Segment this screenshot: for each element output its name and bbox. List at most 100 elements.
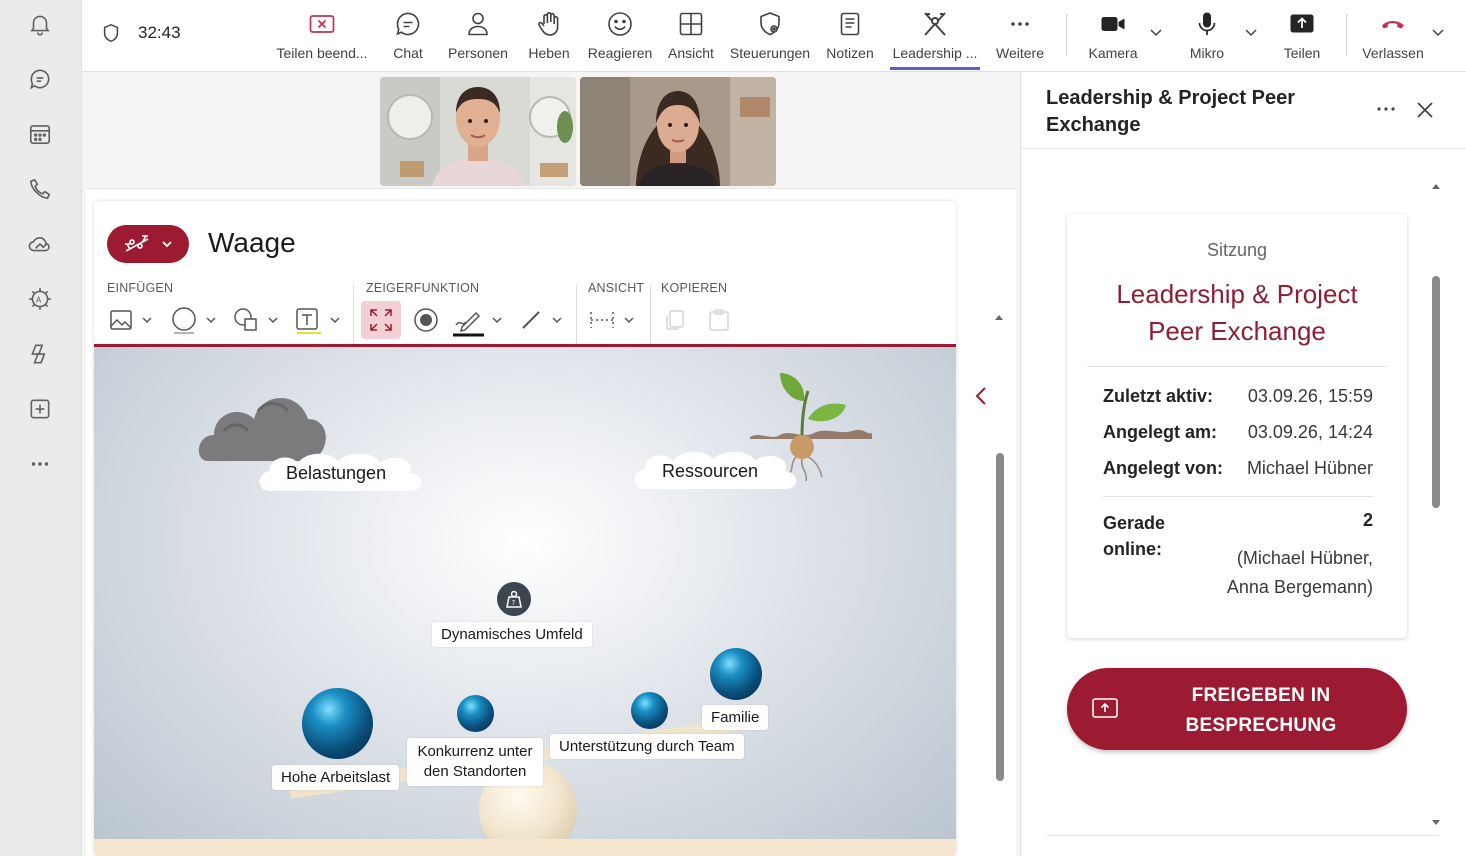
balance-scale-icon (125, 235, 149, 252)
item-label-family[interactable]: Familie (702, 705, 769, 730)
tab-leadership-app[interactable]: Leadership ... (890, 8, 980, 70)
microphone-icon (1198, 12, 1216, 35)
controls-button[interactable]: Steuerungen (730, 8, 810, 70)
copy-icon (666, 310, 684, 330)
onedrive-icon[interactable] (24, 228, 56, 260)
scroll-thumb[interactable] (996, 453, 1004, 781)
share-to-meeting-button[interactable]: FREIGEBEN IN BESPRECHUNG (1067, 668, 1407, 750)
meeting-toolbar: 32:43 Teilen beend... Chat Personen Hebe… (82, 0, 1466, 72)
chat-button[interactable]: Chat (388, 8, 428, 70)
meeting-stage: Waage EINFÜGEN ZEIGERFUNKTION ANSICHT KO… (82, 72, 1020, 856)
pen-tool[interactable] (452, 301, 504, 339)
camera-button[interactable]: Kamera (1088, 8, 1138, 70)
close-icon[interactable] (1415, 100, 1435, 120)
panel-scrollbar[interactable] (1429, 178, 1443, 828)
svg-text:A: A (36, 295, 42, 304)
toolbar-separator (1066, 14, 1067, 56)
chevron-left-icon[interactable] (974, 385, 988, 407)
share-button[interactable]: Teilen (1282, 8, 1322, 70)
mic-button[interactable]: Mikro (1186, 8, 1228, 70)
participant-video-man[interactable] (380, 77, 576, 186)
shared-app-frame: Waage EINFÜGEN ZEIGERFUNKTION ANSICHT KO… (86, 188, 1016, 856)
weight-ball-team-support[interactable] (631, 692, 668, 729)
ruler-tool[interactable] (588, 301, 636, 339)
fit-to-screen-tool[interactable] (361, 301, 401, 339)
group-label-view: ANSICHT (588, 281, 645, 295)
scroll-up-arrow-icon[interactable] (1429, 181, 1443, 191)
add-app-icon[interactable] (24, 393, 56, 425)
hang-up-icon (1382, 21, 1404, 29)
insert-shapes-tool[interactable] (232, 301, 280, 339)
scroll-thumb[interactable] (1432, 276, 1440, 508)
view-button[interactable]: Ansicht (667, 8, 715, 70)
weight-icon[interactable]: ? (496, 581, 532, 617)
phone-icon[interactable] (24, 173, 56, 205)
session-name: Leadership & Project Peer Exchange (1116, 279, 1358, 346)
clipboard-icon (709, 309, 729, 331)
leave-options-chevron-icon[interactable] (1430, 24, 1446, 40)
panel-more-icon[interactable] (1375, 98, 1397, 120)
weight-ball-competition[interactable] (457, 695, 494, 732)
weight-ball-family[interactable] (710, 648, 762, 700)
textbox-icon (296, 308, 321, 334)
more-apps-icon[interactable] (24, 448, 56, 480)
bell-icon[interactable] (24, 8, 56, 40)
line-tool[interactable] (518, 301, 564, 339)
group-label-insert: EINFÜGEN (107, 281, 174, 295)
stop-sharing-button[interactable]: Teilen beend... (276, 8, 368, 70)
chevron-down-icon (492, 317, 502, 324)
row-key: Angelegt von: (1103, 458, 1223, 478)
copy-tool[interactable] (662, 301, 688, 339)
insert-textbox-tool[interactable] (294, 301, 342, 339)
mode-menu-button[interactable] (107, 225, 189, 263)
chevron-down-icon (142, 317, 152, 324)
group-label-pointer: ZEIGERFUNKTION (366, 281, 480, 295)
center-node-label[interactable]: Dynamisches Umfeld (432, 622, 592, 647)
canvas-floor (94, 839, 956, 856)
people-button[interactable]: Personen (448, 8, 508, 70)
raise-hand-button[interactable]: Heben (526, 8, 572, 70)
scroll-down-arrow-icon[interactable] (1429, 818, 1443, 828)
stop-share-icon (309, 15, 335, 33)
camera-options-chevron-icon[interactable] (1148, 24, 1164, 40)
circle-icon (172, 307, 196, 334)
frame-scrollbar[interactable] (992, 309, 1006, 781)
leave-button[interactable]: Verlassen (1362, 8, 1424, 70)
pen-icon (453, 311, 484, 337)
hand-icon (538, 12, 559, 36)
row-key: Gerade online: (1103, 513, 1166, 559)
notes-button[interactable]: Notizen (825, 8, 875, 70)
share-button-label: FREIGEBEN IN BESPRECHUNG (1185, 685, 1337, 736)
row-value: Michael Hübner (1246, 458, 1373, 478)
record-icon (414, 308, 438, 332)
participant-video-woman[interactable] (580, 77, 776, 186)
weight-ball-workload[interactable] (302, 688, 373, 759)
more-button[interactable]: Weitere (994, 8, 1046, 70)
chat-icon[interactable] (24, 63, 56, 95)
online-name: Anna Bergemann) (1226, 577, 1373, 597)
chevron-down-icon (206, 317, 216, 324)
shapes-icon (234, 308, 257, 331)
balance-canvas[interactable]: Belastungen Ressourcen ? Dynamisches Umf… (94, 347, 956, 856)
insert-image-tool[interactable] (108, 301, 154, 339)
scroll-up-arrow-icon[interactable] (992, 312, 1006, 322)
react-button[interactable]: Reagieren (588, 8, 652, 70)
item-label-team-support[interactable]: Unterstützung durch Team (550, 734, 744, 759)
item-label-workload[interactable]: Hohe Arbeitslast (272, 765, 400, 790)
burden-label: Belastungen (286, 463, 387, 483)
apps-settings-icon[interactable]: A (24, 283, 56, 315)
mic-options-chevron-icon[interactable] (1243, 24, 1259, 40)
expand-icon (370, 309, 392, 331)
item-label-competition[interactable]: Konkurrenz unter den Standorten (407, 738, 543, 786)
row-key: Zuletzt aktiv: (1103, 386, 1214, 406)
paste-tool[interactable] (706, 301, 732, 339)
smiley-icon (608, 12, 632, 36)
session-label: Sitzung (1206, 240, 1268, 260)
laser-pointer-tool[interactable] (412, 301, 440, 339)
panel-content: Sitzung Leadership & Project Peer Exchan… (1047, 174, 1439, 836)
copilot-icon[interactable] (24, 338, 56, 370)
chat-icon (396, 12, 420, 36)
insert-circle-tool[interactable] (170, 301, 218, 339)
calendar-icon[interactable] (24, 118, 56, 150)
online-count: 2 (1362, 510, 1373, 530)
